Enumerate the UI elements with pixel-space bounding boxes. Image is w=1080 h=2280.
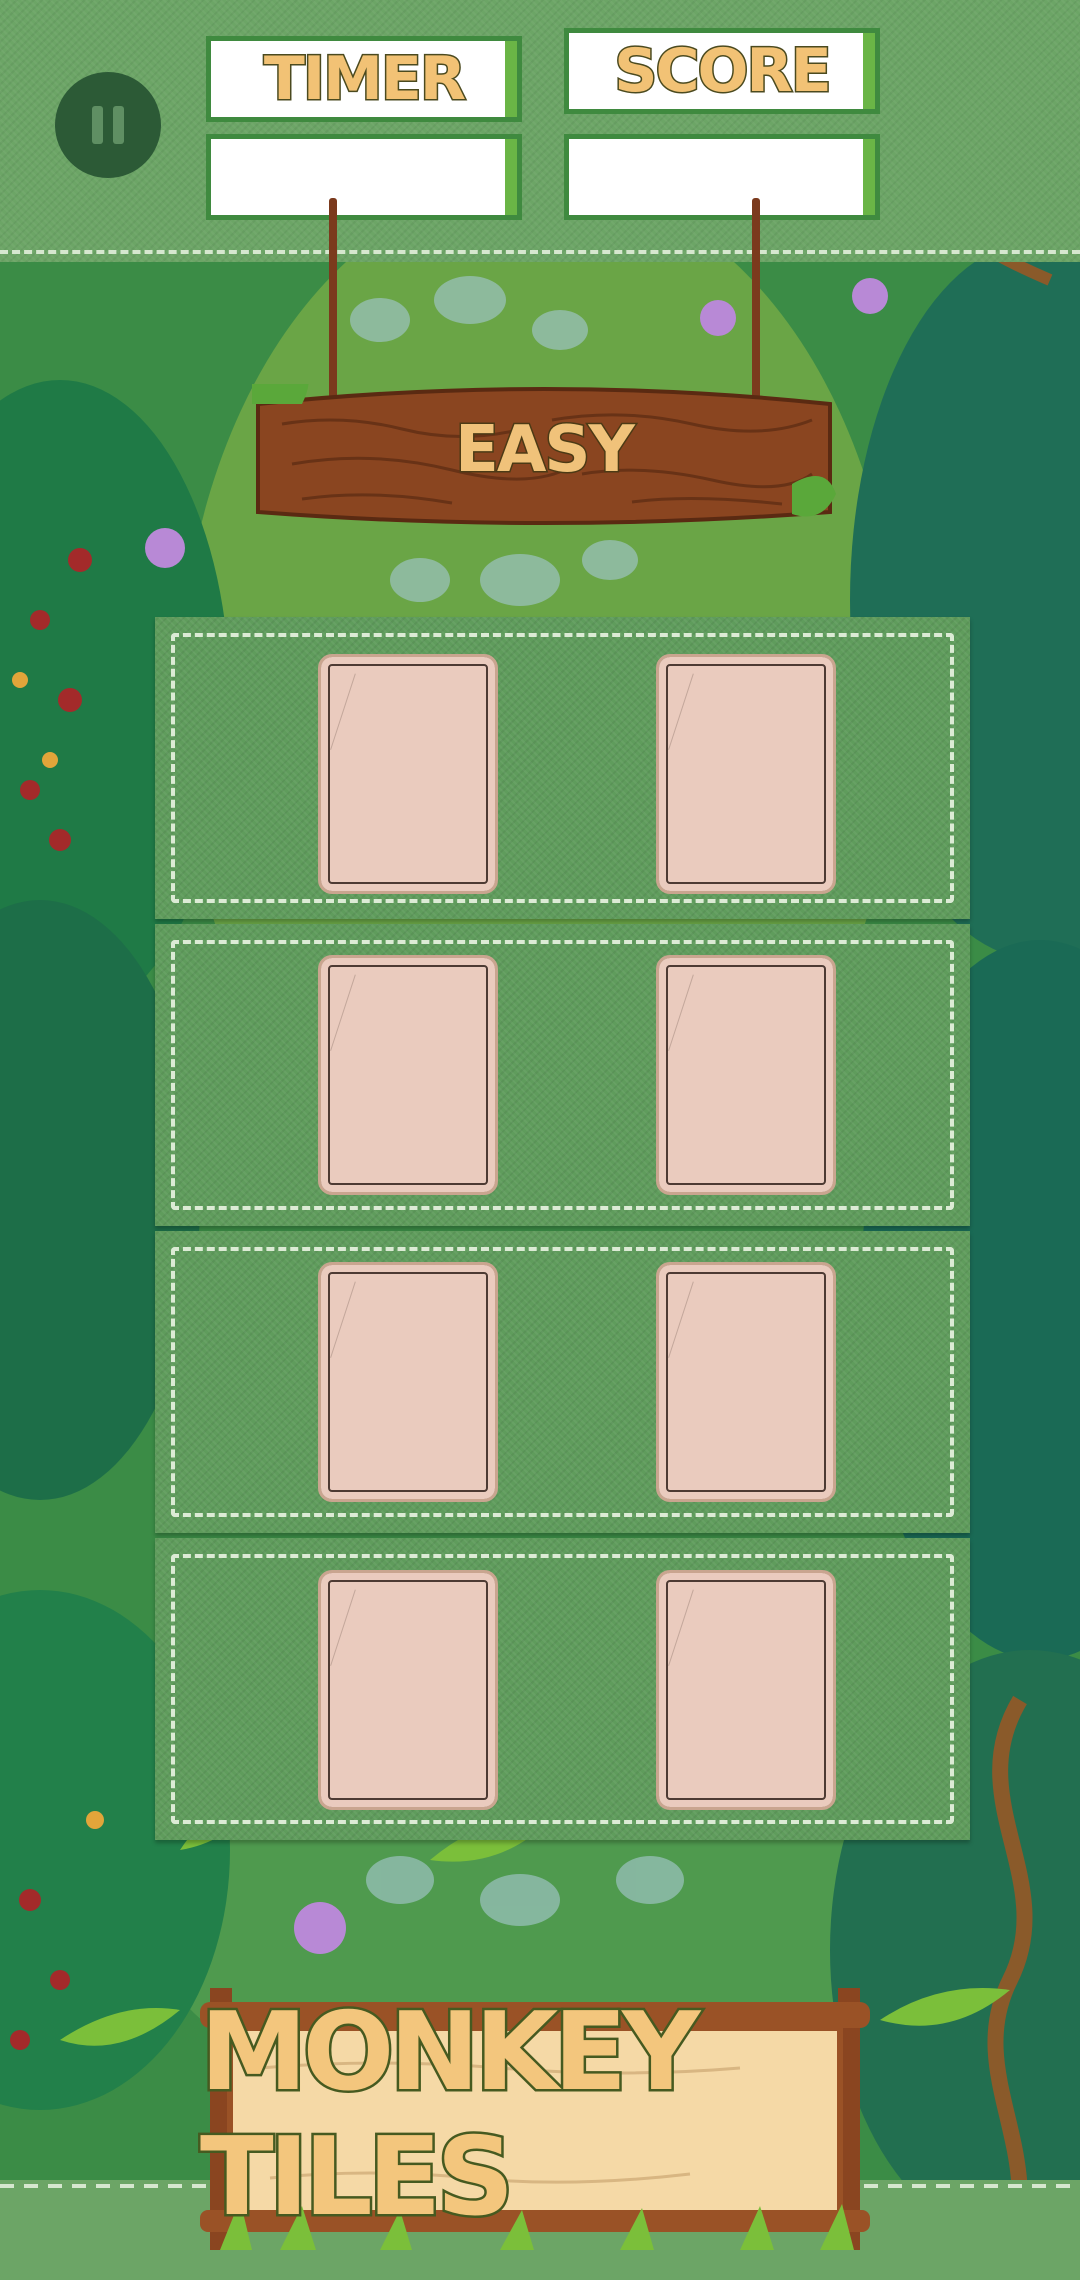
board-row-1 — [155, 617, 970, 919]
sign-rope-right — [752, 198, 760, 408]
score-label-panel: SCORE — [564, 28, 880, 114]
tile-2[interactable] — [656, 654, 836, 894]
tile-8[interactable] — [656, 1570, 836, 1810]
sign-rope-left — [329, 198, 337, 408]
top-hud-bar — [0, 0, 1080, 262]
tile-1[interactable] — [318, 654, 498, 894]
board-row-4 — [155, 1538, 970, 1840]
pause-button[interactable] — [55, 72, 161, 178]
timer-label-panel: TIMER — [206, 36, 522, 122]
board-row-2 — [155, 924, 970, 1226]
tile-5[interactable] — [318, 1262, 498, 1502]
tile-6[interactable] — [656, 1262, 836, 1502]
timer-label: TIMER — [262, 43, 467, 116]
score-value-panel — [564, 134, 880, 220]
level-label: EASY — [454, 412, 637, 489]
timer-value-panel — [206, 134, 522, 220]
tile-7[interactable] — [318, 1570, 498, 1810]
pause-icon — [92, 106, 103, 144]
game-title: MONKEY TILES — [198, 1988, 703, 2243]
pause-icon-bar — [113, 106, 124, 144]
tile-4[interactable] — [656, 955, 836, 1195]
board-row-3 — [155, 1231, 970, 1533]
score-label: SCORE — [613, 35, 833, 108]
tile-3[interactable] — [318, 955, 498, 1195]
